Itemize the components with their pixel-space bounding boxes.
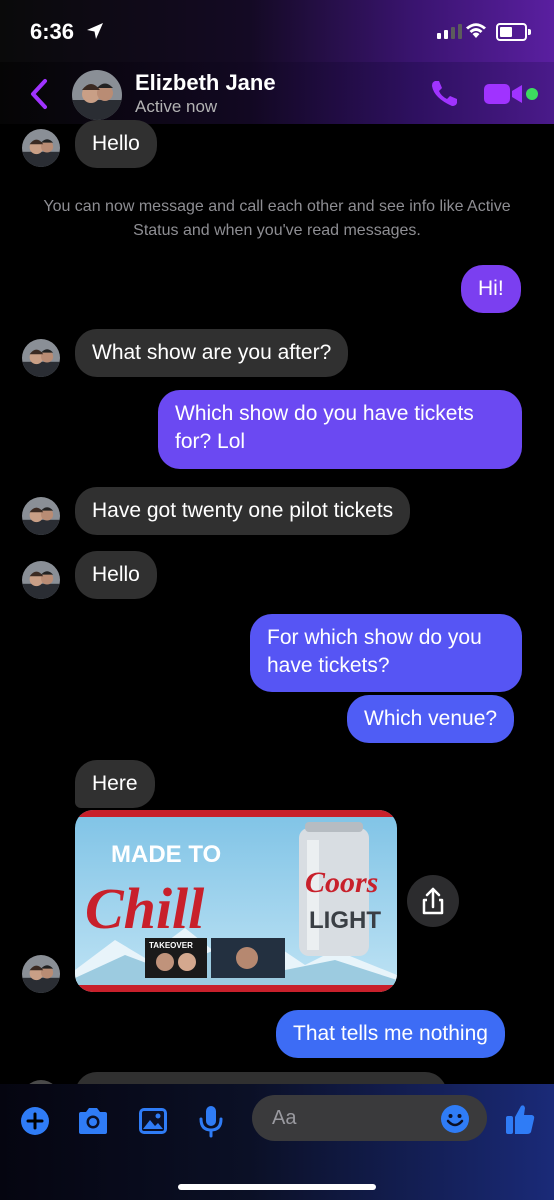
ad-script: Chill [85, 876, 205, 941]
message-line: have tickets? [267, 654, 390, 677]
online-status-dot [526, 88, 538, 100]
location-arrow-icon [87, 23, 103, 39]
contact-avatar-small [22, 561, 60, 599]
contact-avatar-small [22, 129, 60, 167]
thumbs-up-icon[interactable] [504, 1102, 536, 1136]
coors-light-ad-image: MADE TO Chill Coors LIGHT TAKEOVER [75, 810, 397, 992]
contact-status: Active now [135, 97, 218, 116]
status-bar: 6:36 [0, 0, 554, 62]
gallery-icon[interactable] [137, 1106, 169, 1136]
outgoing-message[interactable]: For which show do you have tickets? [250, 614, 522, 692]
back-icon[interactable] [28, 78, 50, 110]
message-line: Which show do you have tickets [175, 402, 474, 425]
outgoing-message[interactable]: Hi! [461, 265, 521, 313]
wifi-icon [466, 23, 486, 38]
ad-headline: MADE TO [111, 841, 221, 868]
home-indicator[interactable] [178, 1184, 376, 1190]
outgoing-message[interactable]: That tells me nothing [276, 1010, 505, 1058]
incoming-message[interactable]: Hello [75, 120, 157, 168]
incoming-message[interactable]: Here [75, 760, 155, 808]
incoming-message[interactable]: Hello [75, 551, 157, 599]
microphone-icon[interactable] [198, 1104, 224, 1138]
connection-notice: You can now message and call each other … [43, 198, 511, 239]
video-icon[interactable] [484, 82, 524, 106]
message-line: for? Lol [175, 430, 246, 453]
incoming-message[interactable]: Have got twenty one pilot tickets [75, 487, 411, 535]
contact-avatar-small [22, 339, 60, 377]
share-icon [422, 887, 444, 915]
image-message[interactable]: MADE TO Chill Coors LIGHT TAKEOVER [75, 810, 397, 992]
cellular-signal-icon [437, 24, 462, 39]
ad-banner-text: TAKEOVER [149, 941, 193, 950]
incoming-message[interactable]: What show are you after? [75, 329, 349, 377]
contact-avatar-small [22, 497, 60, 535]
camera-icon[interactable] [76, 1106, 110, 1136]
share-button[interactable] [407, 875, 459, 927]
battery-icon [496, 23, 531, 41]
contact-avatar-small [22, 955, 60, 993]
plus-icon[interactable] [20, 1106, 50, 1136]
contact-avatar[interactable] [72, 70, 122, 120]
phone-icon[interactable] [428, 78, 460, 110]
outgoing-message[interactable]: Which venue? [347, 695, 515, 743]
message-line: For which show do you [267, 626, 482, 649]
contact-name[interactable]: Elizbeth Jane [135, 70, 276, 96]
ad-brand: Coors [305, 866, 378, 899]
emoji-icon[interactable] [440, 1104, 470, 1134]
outgoing-message[interactable]: Which show do you have tickets for? Lol [158, 390, 522, 469]
status-time: 6:36 [30, 19, 75, 44]
ad-brand-sub: LIGHT [309, 907, 381, 934]
